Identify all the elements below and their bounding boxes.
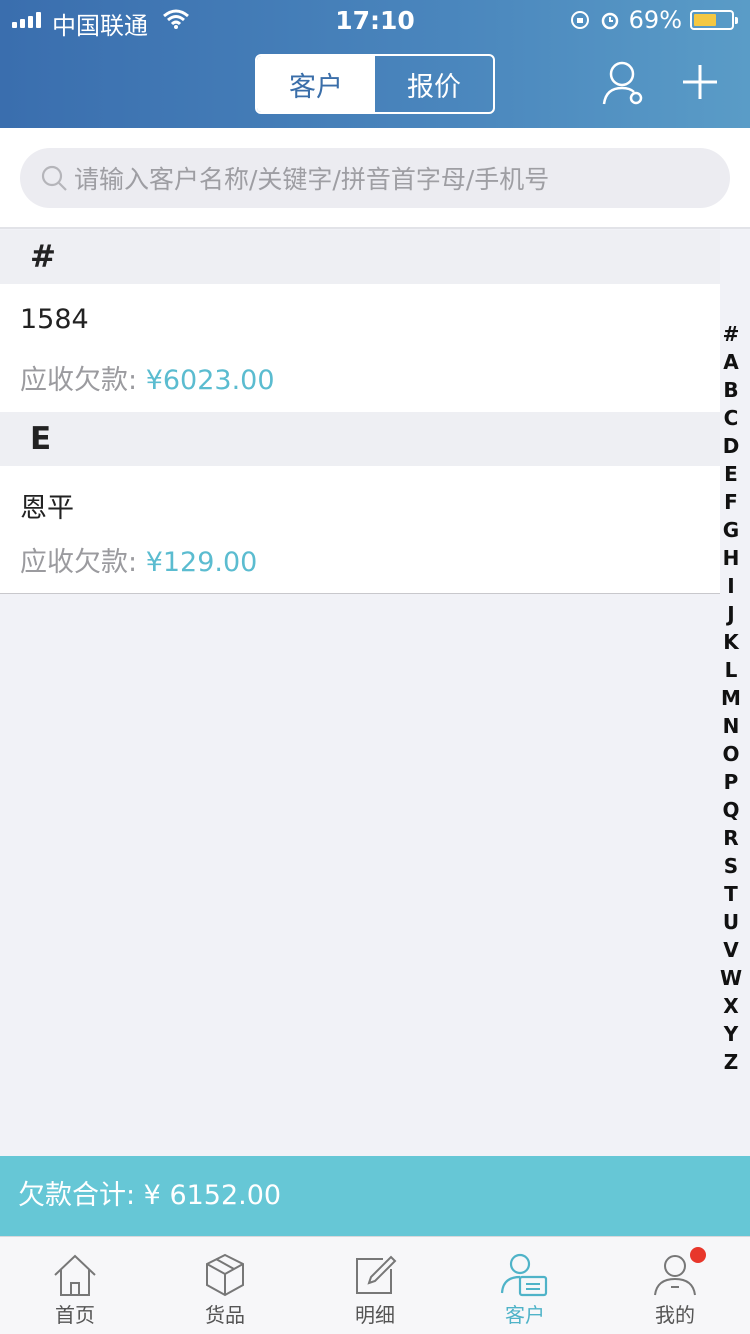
debt-label: 应收欠款: [20,365,138,396]
index-letter[interactable]: R [718,824,744,852]
add-icon[interactable] [682,64,718,100]
tab-bar: 首页 货品 明细 客户 我的 [0,1236,750,1334]
index-letter[interactable]: W [718,964,744,992]
orientation-lock-icon [570,11,589,29]
index-letter[interactable]: D [718,432,744,460]
box-icon [206,1253,244,1297]
tab-label: 明细 [355,1303,395,1327]
customer-name: 恩平 [20,493,74,524]
index-letter[interactable]: F [718,488,744,516]
index-letter[interactable]: L [718,656,744,684]
index-letter[interactable]: M [718,684,744,712]
index-letter[interactable]: S [718,852,744,880]
tab-details[interactable]: 明细 [300,1237,450,1334]
tab-mine[interactable]: 我的 [600,1237,750,1334]
customer-list: # 1584 应收欠款: ¥6023.00 E 恩平 应收欠款: ¥129.00 [0,230,720,594]
search-placeholder: 请输入客户名称/关键字/拼音首字母/手机号 [74,165,550,194]
debt-amount: ¥129.00 [145,547,258,578]
tab-label: 首页 [55,1303,95,1327]
customer-settings-icon[interactable] [602,60,646,106]
index-letter[interactable]: J [718,600,744,628]
index-letter[interactable]: I [718,572,744,600]
profile-icon [654,1255,696,1296]
index-letter[interactable]: K [718,628,744,656]
tab-quotes[interactable]: 报价 [375,56,493,112]
index-letter[interactable]: V [718,936,744,964]
tab-home[interactable]: 首页 [0,1237,150,1334]
status-bar: 中国联通 17:10 69% [0,0,750,40]
tab-label: 客户 [505,1303,545,1327]
index-letter[interactable]: Y [718,1020,744,1048]
segment-control: 客户 报价 [255,54,495,114]
tab-label: 我的 [655,1303,695,1327]
tab-goods[interactable]: 货品 [150,1237,300,1334]
index-letter[interactable]: H [718,544,744,572]
index-letter[interactable]: C [718,404,744,432]
index-letter[interactable]: B [718,376,744,404]
edit-icon [356,1255,397,1294]
debt-label: 应收欠款: [20,547,138,578]
search-bar-area: 请输入客户名称/关键字/拼音首字母/手机号 [0,128,750,229]
index-letter[interactable]: N [718,712,744,740]
tab-customers-nav[interactable]: 客户 [450,1237,600,1334]
home-icon [54,1254,96,1296]
search-input[interactable]: 请输入客户名称/关键字/拼音首字母/手机号 [20,148,730,208]
index-letter[interactable]: E [718,460,744,488]
index-letter[interactable]: O [718,740,744,768]
customer-name: 1584 [20,304,89,335]
debt-amount: ¥6023.00 [145,365,275,396]
tab-customers[interactable]: 客户 [257,56,375,112]
alphabet-index[interactable]: # A B C D E F G H I J K L M N O P Q R S T U V W X Y Z [718,320,744,1076]
index-letter[interactable]: G [718,516,744,544]
index-letter[interactable]: Q [718,796,744,824]
index-letter[interactable]: T [718,880,744,908]
list-item[interactable]: 恩平 应收欠款: ¥129.00 [0,466,720,594]
index-letter[interactable]: # [718,320,744,348]
search-icon [41,165,67,191]
battery-icon [690,10,738,30]
section-header: E [0,412,720,466]
debt-total-bar: 欠款合计: ¥ 6152.00 [0,1156,750,1236]
list-item[interactable]: 1584 应收欠款: ¥6023.00 [0,284,720,412]
app-header: 中国联通 17:10 69% 客户 报价 [0,0,750,128]
index-letter[interactable]: U [718,908,744,936]
customer-debt: 应收欠款: ¥6023.00 [20,358,275,397]
alarm-icon [601,12,618,30]
index-letter[interactable]: A [718,348,744,376]
battery-percent: 69% [628,6,682,34]
index-letter[interactable]: P [718,768,744,796]
section-header: # [0,230,720,284]
index-letter[interactable]: Z [718,1048,744,1076]
customer-debt: 应收欠款: ¥129.00 [20,540,257,579]
tab-label: 货品 [205,1303,245,1327]
index-letter[interactable]: X [718,992,744,1020]
customer-icon [500,1253,548,1297]
notification-badge [690,1247,706,1263]
